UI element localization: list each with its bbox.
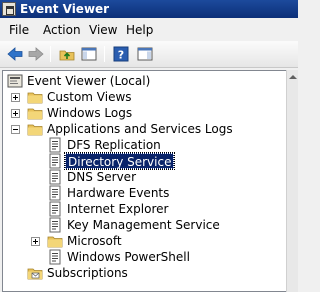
tree-item-hardware-events[interactable]: Hardware Events [7,185,285,201]
folder-icon [27,105,43,121]
tree-item-label: Key Management Service [67,218,220,232]
tree-item-label: Microsoft [67,234,122,248]
log-icon [47,201,63,217]
expand-toggle[interactable] [31,237,40,246]
log-icon [47,217,63,233]
toolbar: ? [0,41,298,68]
svg-text:?: ? [118,49,124,62]
help-icon[interactable]: ? [112,45,130,63]
toolbar-separator [104,46,105,62]
log-icon [47,249,63,265]
up-folder-icon[interactable] [58,45,76,63]
tree-item-applications-and-services-logs[interactable]: Applications and Services Logs [7,121,285,137]
tree-item-key-management-service[interactable]: Key Management Service [7,217,285,233]
menu-view[interactable]: View [89,23,117,37]
tree-item-subscriptions[interactable]: Subscriptions [7,265,285,281]
folder-icon [27,121,43,137]
log-icon [47,169,63,185]
console-tree[interactable]: Event Viewer (Local) Custom Views Window… [2,70,286,292]
back-arrow-icon[interactable] [6,45,24,63]
show-hide-action-pane-icon[interactable] [136,45,154,63]
folder-icon [47,233,63,249]
tree-item-label: Custom Views [47,90,132,104]
expand-toggle[interactable] [11,109,20,118]
tree-item-label: DNS Server [67,170,136,184]
event-viewer-icon [2,2,16,16]
forward-arrow-icon[interactable] [27,45,45,63]
vertical-scrollbar[interactable] [286,70,298,292]
menu-file[interactable]: File [9,23,29,37]
tree-item-custom-views[interactable]: Custom Views [7,89,285,105]
tree-root[interactable]: Event Viewer (Local) [7,73,285,89]
tree-item-label: Applications and Services Logs [47,122,233,136]
tree-item-windows-logs[interactable]: Windows Logs [7,105,285,121]
tree-item-microsoft[interactable]: Microsoft [7,233,285,249]
tree-item-label-selected: Directory Service [63,152,176,170]
scroll-up-icon[interactable] [288,71,298,81]
collapse-toggle[interactable] [11,125,20,134]
tree-item-directory-service[interactable]: Directory Service [7,152,285,170]
folder-icon [27,89,43,105]
tree-item-label: Subscriptions [47,266,128,280]
tree-item-label: Internet Explorer [67,202,169,216]
toolbar-separator [50,46,51,62]
tree-item-internet-explorer[interactable]: Internet Explorer [7,201,285,217]
log-icon [47,137,63,153]
title-bar: Event Viewer [0,0,298,18]
tree-item-label: Windows Logs [47,106,133,120]
tree-root-label: Event Viewer (Local) [27,74,151,88]
tree-item-dns-server[interactable]: DNS Server [7,169,285,185]
tree-item-label: Windows PowerShell [67,250,190,264]
event-viewer-icon [7,73,23,89]
show-hide-console-tree-icon[interactable] [80,45,98,63]
log-icon [47,185,63,201]
expand-toggle[interactable] [11,93,20,102]
menu-help[interactable]: Help [126,23,153,37]
tree-item-dfs-replication[interactable]: DFS Replication [7,137,285,153]
menu-action[interactable]: Action [43,23,81,37]
window-title: Event Viewer [20,2,110,16]
tree-item-windows-powershell[interactable]: Windows PowerShell [7,249,285,265]
subscriptions-icon [27,265,43,281]
menu-bar: File Action View Help [0,18,298,41]
tree-item-label: DFS Replication [67,138,161,152]
log-icon [47,153,63,169]
tree-item-label: Hardware Events [67,186,170,200]
